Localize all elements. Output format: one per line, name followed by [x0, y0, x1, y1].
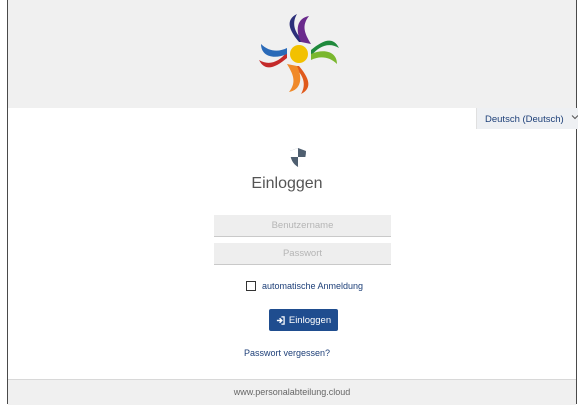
auto-login-label: automatische Anmeldung: [262, 281, 364, 291]
chevron-down-icon: [571, 115, 578, 120]
footer: www.personalabteilung.cloud: [8, 379, 576, 405]
password-input[interactable]: [214, 243, 391, 265]
sign-in-icon: [276, 315, 285, 325]
app-frame: Deutsch (Deutsch) Einloggen automatische…: [7, 0, 578, 405]
forgot-password-link[interactable]: Passwort vergessen?: [0, 348, 576, 358]
language-selector[interactable]: Deutsch (Deutsch): [476, 108, 578, 129]
footer-url: www.personalabteilung.cloud: [233, 387, 351, 397]
auto-login-checkbox-row[interactable]: automatische Anmeldung: [246, 280, 363, 292]
language-selected-label: Deutsch (Deutsch): [485, 114, 564, 125]
page-title: Einloggen: [251, 175, 323, 192]
colorful-swirl-logo-icon: [259, 14, 339, 94]
auto-login-checkbox[interactable]: [246, 281, 256, 291]
header: [8, 0, 576, 108]
username-input[interactable]: [214, 215, 391, 237]
shield-icon: [290, 148, 306, 167]
login-button[interactable]: Einloggen: [269, 309, 338, 331]
login-button-label: Einloggen: [288, 314, 332, 326]
